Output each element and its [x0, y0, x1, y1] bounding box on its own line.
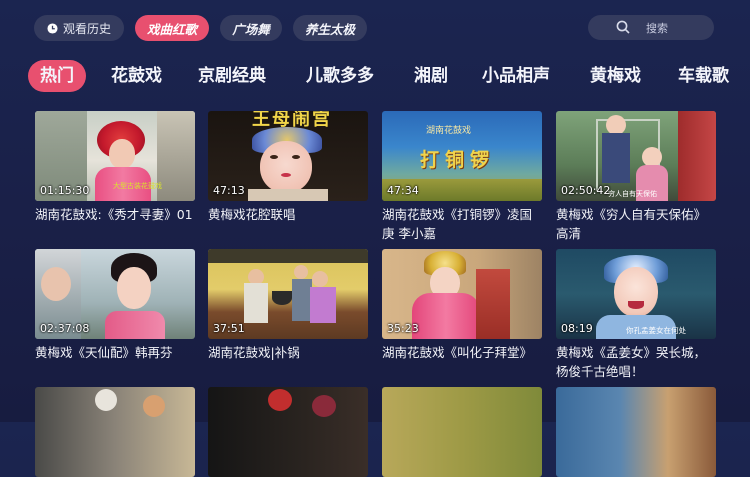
video-card[interactable]: [35, 387, 195, 477]
video-card[interactable]: 穷人自有天保佑 02:50:42 黄梅戏《穷人自有天保佑》高清: [556, 111, 716, 243]
video-duration: 01:15:30: [40, 184, 90, 197]
video-card[interactable]: 你孔孟姜女在何处 08:19 黄梅戏《孟姜女》哭长城，杨俊千古绝唱！: [556, 249, 716, 381]
video-thumbnail: [556, 387, 716, 477]
video-title: 湖南花鼓戏:《秀才寻妻》01: [35, 207, 193, 222]
video-duration: 02:50:42: [561, 184, 611, 197]
video-card[interactable]: 35:23 湖南花鼓戏《叫化子拜堂》: [382, 249, 542, 362]
video-title: 湖南花鼓戏《打铜锣》凌国庚 李小嘉: [382, 207, 533, 241]
video-thumbnail: 湖南花鼓戏 打铜锣 47:34: [382, 111, 542, 201]
thumbnail-text: 穷人自有天保佑: [608, 190, 657, 198]
video-thumbnail: [208, 387, 368, 477]
video-duration: 35:23: [387, 322, 419, 335]
video-thumbnail: 35:23: [382, 249, 542, 339]
video-title: 黄梅戏《天仙配》韩再芬: [35, 345, 173, 360]
video-thumbnail: 王母闹宫 47:13: [208, 111, 368, 201]
video-thumbnail: 02:37:08: [35, 249, 195, 339]
video-duration: 02:37:08: [40, 322, 90, 335]
video-title: 黄梅戏花腔联唱: [208, 207, 296, 222]
video-duration: 47:13: [213, 184, 245, 197]
video-duration: 47:34: [387, 184, 419, 197]
thumbnail-text: 你孔孟姜女在何处: [626, 326, 686, 335]
video-thumbnail: 穷人自有天保佑 02:50:42: [556, 111, 716, 201]
video-thumbnail: 你孔孟姜女在何处 08:19: [556, 249, 716, 339]
thumbnail-text: 打铜锣: [420, 149, 496, 171]
video-card[interactable]: 湖南花鼓戏 打铜锣 47:34 湖南花鼓戏《打铜锣》凌国庚 李小嘉: [382, 111, 542, 243]
video-card[interactable]: [382, 387, 542, 477]
video-card[interactable]: 王母闹宫 47:13 黄梅戏花腔联唱: [208, 111, 368, 224]
video-card[interactable]: [556, 387, 716, 477]
video-card[interactable]: 02:37:08 黄梅戏《天仙配》韩再芬: [35, 249, 195, 362]
video-duration: 37:51: [213, 322, 245, 335]
video-grid: 大型古装花鼓戏 01:15:30 湖南花鼓戏:《秀才寻妻》01 王母闹宫 47:…: [0, 0, 750, 477]
video-duration: 08:19: [561, 322, 593, 335]
video-title: 湖南花鼓戏|补锅: [208, 345, 300, 360]
video-title: 黄梅戏《孟姜女》哭长城，杨俊千古绝唱！: [556, 345, 707, 379]
thumbnail-text: 大型古装花鼓戏: [113, 182, 162, 190]
video-thumbnail: [382, 387, 542, 477]
video-card[interactable]: 大型古装花鼓戏 01:15:30 湖南花鼓戏:《秀才寻妻》01: [35, 111, 195, 224]
video-title: 湖南花鼓戏《叫化子拜堂》: [382, 345, 533, 360]
video-card[interactable]: [208, 387, 368, 477]
video-thumbnail: 37:51: [208, 249, 368, 339]
video-title: 黄梅戏《穷人自有天保佑》高清: [556, 207, 707, 241]
video-card[interactable]: 37:51 湖南花鼓戏|补锅: [208, 249, 368, 362]
video-thumbnail: 大型古装花鼓戏 01:15:30: [35, 111, 195, 201]
thumbnail-text: 湖南花鼓戏: [426, 126, 472, 136]
video-thumbnail: [35, 387, 195, 477]
